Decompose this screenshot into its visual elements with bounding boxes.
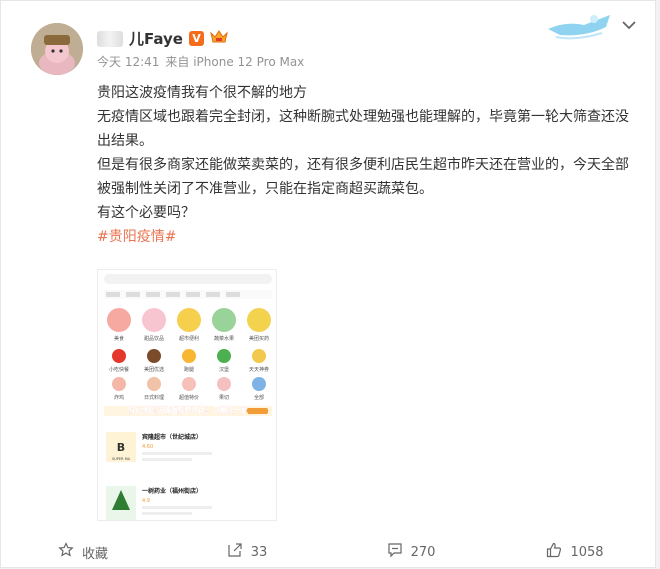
store-rating: 4.9 <box>142 498 150 504</box>
repost-icon <box>227 542 243 562</box>
like-count: 1058 <box>570 544 604 560</box>
repost-button[interactable]: 33 <box>165 542 329 562</box>
grid-label: 美食 <box>114 335 124 342</box>
store-rating: 4.60 <box>142 444 153 450</box>
hashtag-link[interactable]: #贵阳疫情# <box>97 225 633 249</box>
like-button[interactable]: 1058 <box>493 542 657 562</box>
star-icon <box>58 542 74 562</box>
store-name: 一树药业（福州街店） <box>142 487 202 495</box>
store-logo-text: SUPER MA <box>112 457 131 461</box>
grid-label: 蔬菜水果 <box>214 335 234 342</box>
vip-crown-icon <box>210 29 228 48</box>
grid-label: 超市便利 <box>179 335 199 342</box>
favorite-label: 收藏 <box>81 546 108 562</box>
svg-text:B: B <box>117 441 125 454</box>
comment-button[interactable]: 270 <box>329 542 493 562</box>
comment-icon <box>387 542 403 562</box>
avatar[interactable] <box>31 23 83 75</box>
grid-label: 美团买药 <box>249 335 269 342</box>
grid-label: 日式料理 <box>144 394 164 401</box>
grid-label: 跑腿 <box>184 366 194 373</box>
post-text: 贵阳这波疫情我有个很不解的地方 无疫情区域也跟着完全封闭，这种断腕式处理勉强也能… <box>97 81 633 249</box>
repost-count: 33 <box>250 544 268 560</box>
grid-label: 美团优选 <box>144 366 164 373</box>
post-image[interactable]: 美食 甜品饮品 超市便利 蔬菜水果 美团买药 小吃快餐 美团优选 跑腿 汉堡 天… <box>97 269 277 521</box>
comment-count: 270 <box>410 544 436 560</box>
grid-label: 炸鸡 <box>114 394 124 401</box>
blurred-name-part <box>97 30 123 47</box>
post-paragraph: 但是有很多商家还能做菜卖菜的，还有很多便利店民生超市昨天还在营业的，今天全部被强… <box>97 157 629 197</box>
favorite-button[interactable]: 收藏 <box>1 542 165 562</box>
author-name[interactable]: 儿Faye <box>129 28 183 49</box>
grid-label: 甜品饮品 <box>144 335 164 342</box>
grid-label: 汉堡 <box>219 366 229 373</box>
grid-label: 全部 <box>254 394 264 401</box>
grid-label: 小吃快餐 <box>109 366 129 373</box>
grid-label: 果切 <box>219 394 229 401</box>
post-source: 来自 iPhone 12 Pro Max <box>165 55 305 69</box>
post-time[interactable]: 今天 12:41 <box>97 53 159 70</box>
post-action-bar: 收藏 33 270 1058 <box>1 535 657 569</box>
grid-label: 超值特价 <box>179 394 199 401</box>
store-name: 宾隆超市（世纪城店） <box>142 433 202 441</box>
grid-label: 天天神券 <box>249 366 269 373</box>
post-paragraph: 贵阳这波疫情我有个很不解的地方 <box>97 85 307 101</box>
verified-badge: V <box>188 31 204 46</box>
thumbs-up-icon <box>546 542 562 562</box>
weibo-post-card: 儿Faye V 今天 12:41 来自 iPhone 12 Pro Max 贵阳… <box>0 0 656 568</box>
post-paragraph: 无疫情区域也跟着完全封闭，这种断腕式处理勉强也能理解的，毕竟第一轮大筛查还没出结… <box>97 109 629 149</box>
image-overlay-text: 附近美团店铺强制性关闭，只剩这一家 <box>128 405 248 416</box>
post-paragraph: 有这个必要吗？ <box>97 205 195 221</box>
